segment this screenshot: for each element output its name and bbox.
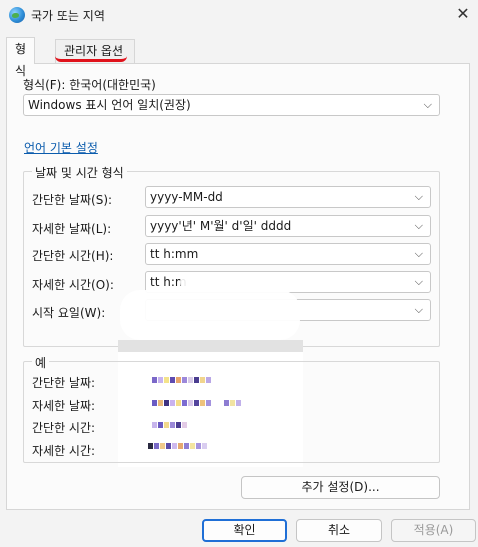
- chevron-down-icon: ⌵: [414, 219, 423, 232]
- redaction-overlay: [180, 272, 240, 292]
- chevron-down-icon: ⌵: [414, 190, 423, 203]
- long-time-label: 자세한 시간(O):: [32, 278, 114, 292]
- redaction-overlay: [120, 290, 300, 340]
- redacted-value: [152, 395, 242, 406]
- cancel-button[interactable]: 취소: [296, 519, 382, 542]
- globe-icon: [9, 7, 25, 23]
- short-time-label: 간단한 시간(H):: [32, 249, 114, 263]
- long-date-value: yyyy'년' M'월' d'일' dddd: [150, 219, 292, 233]
- redacted-value: [148, 438, 208, 449]
- apply-button[interactable]: 적용(A): [391, 519, 476, 542]
- close-button[interactable]: ✕: [448, 0, 478, 30]
- short-date-value: yyyy-MM-dd: [150, 190, 223, 204]
- redacted-value: [152, 372, 212, 383]
- language-preferences-link[interactable]: 언어 기본 설정: [24, 139, 98, 156]
- format-select-value: Windows 표시 언어 일치(권장): [28, 98, 191, 112]
- chevron-down-icon: ⌵: [423, 98, 432, 111]
- redaction-overlay: [118, 340, 303, 352]
- example-long-time-label: 자세한 시간:: [32, 444, 96, 458]
- first-day-label: 시작 요일(W):: [32, 306, 106, 320]
- chevron-down-icon: ⌵: [414, 275, 423, 288]
- additional-settings-button[interactable]: 추가 설정(D)...: [241, 476, 440, 499]
- tab-format[interactable]: 형식: [6, 37, 36, 78]
- example-short-time-label: 간단한 시간:: [32, 421, 96, 435]
- short-time-value: tt h:mm: [150, 247, 199, 261]
- chevron-down-icon: ⌵: [414, 247, 423, 260]
- long-date-select[interactable]: yyyy'년' M'월' d'일' dddd ⌵: [145, 215, 431, 237]
- example-group-title: 예: [32, 354, 50, 371]
- short-date-select[interactable]: yyyy-MM-dd ⌵: [145, 186, 431, 208]
- example-short-date-label: 간단한 날짜:: [32, 376, 96, 390]
- example-long-date-label: 자세한 날짜:: [32, 399, 96, 413]
- short-time-select[interactable]: tt h:mm ⌵: [145, 243, 431, 265]
- window-title: 국가 또는 지역: [31, 9, 105, 23]
- format-select[interactable]: Windows 표시 언어 일치(권장) ⌵: [23, 94, 440, 116]
- redacted-value: [152, 417, 188, 428]
- format-label: 형식(F): 한국어(대한민국): [23, 78, 156, 92]
- long-date-label: 자세한 날짜(L):: [32, 222, 112, 236]
- datetime-group-title: 날짜 및 시간 형식: [32, 164, 127, 181]
- title-bar: 국가 또는 지역 ✕: [0, 0, 478, 30]
- chevron-down-icon: ⌵: [414, 303, 423, 316]
- short-date-label: 간단한 날짜(S):: [32, 193, 113, 207]
- ok-button[interactable]: 확인: [202, 519, 287, 542]
- annotation-underline: [55, 56, 127, 62]
